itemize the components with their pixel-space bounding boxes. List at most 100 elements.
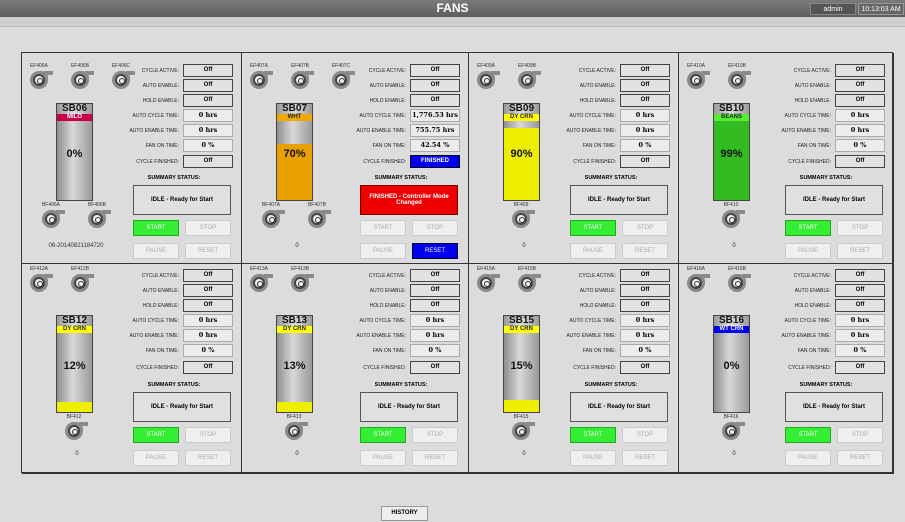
cycle-active-row: CYCLE ACTIVE: Off	[526, 64, 670, 77]
fan-bf412[interactable]: BF412	[63, 414, 88, 440]
auto-enable-time-label: AUTO ENABLE TIME:	[781, 127, 831, 134]
fan-bf406a[interactable]: BF406A	[40, 202, 65, 228]
auto-enable-value: Off	[835, 284, 885, 297]
auto-cycle-time-label: AUTO CYCLE TIME:	[784, 317, 832, 324]
bin-panel-sb06: EF406A EF406B EF406C SB06 MILO 0% BF406A BF…	[22, 53, 242, 264]
hold-enable-value: Off	[620, 94, 670, 107]
stop-button[interactable]: STOP	[185, 220, 231, 236]
pause-button[interactable]: PAUSE	[133, 450, 179, 466]
reset-button[interactable]: RESET	[837, 450, 883, 466]
start-button[interactable]: START	[785, 427, 831, 443]
bin-panels-grid: EF406A EF406B EF406C SB06 MILO 0% BF406A BF…	[21, 52, 894, 474]
reset-button[interactable]: RESET	[622, 243, 668, 259]
pause-button[interactable]: PAUSE	[360, 450, 406, 466]
stop-button[interactable]: STOP	[622, 220, 668, 236]
hold-enable-row: HOLD ENABLE: Off	[316, 94, 460, 107]
reset-button[interactable]: RESET	[837, 243, 883, 259]
stop-button[interactable]: STOP	[837, 427, 883, 443]
fan-ef416a[interactable]: EF416A	[685, 266, 710, 292]
stop-button[interactable]: STOP	[837, 220, 883, 236]
fan-icon	[262, 210, 285, 228]
fan-ef413b[interactable]: EF413B	[289, 266, 314, 292]
history-button[interactable]: HISTORY	[381, 506, 428, 521]
bin-name: SB12	[57, 316, 92, 326]
start-button[interactable]: START	[360, 427, 406, 443]
fan-ef412b[interactable]: EF412B	[69, 266, 94, 292]
cycle-finished-label: CYCLE FINISHED:	[363, 364, 406, 371]
fan-label: BF410	[723, 202, 739, 208]
fan-ef407a[interactable]: EF407A	[248, 63, 273, 89]
cycle-finished-label: CYCLE FINISHED:	[573, 158, 616, 165]
stop-button[interactable]: STOP	[622, 427, 668, 443]
fan-ef406a[interactable]: EF406A	[28, 63, 53, 89]
user-badge[interactable]: admin	[810, 3, 856, 15]
fan-bf416[interactable]: BF416	[720, 414, 745, 440]
fan-bf415[interactable]: BF415	[510, 414, 535, 440]
reset-button[interactable]: RESET	[622, 450, 668, 466]
fan-on-time-value: 0 %	[183, 344, 233, 357]
fan-ef407b[interactable]: EF407B	[289, 63, 314, 89]
fan-bf410[interactable]: BF410	[720, 202, 745, 228]
start-button[interactable]: START	[133, 427, 179, 443]
fan-bf409[interactable]: BF409	[510, 202, 535, 228]
pause-button[interactable]: PAUSE	[133, 243, 179, 259]
pause-button[interactable]: PAUSE	[570, 450, 616, 466]
fan-label: EF416A	[686, 266, 706, 272]
start-button[interactable]: START	[360, 220, 406, 236]
hold-enable-value: Off	[835, 94, 885, 107]
bottom-fans: BF415	[510, 414, 535, 440]
auto-enable-row: AUTO ENABLE: Off	[741, 284, 885, 297]
auto-cycle-time-value: 0 hrs	[410, 314, 460, 327]
reset-button[interactable]: RESET	[185, 243, 231, 259]
fan-on-time-row: FAN ON TIME: 0 %	[316, 344, 460, 357]
crop-label: WHT	[277, 114, 312, 121]
start-button[interactable]: START	[570, 427, 616, 443]
fan-label: BF413	[286, 414, 302, 420]
start-button[interactable]: START	[133, 220, 179, 236]
start-button[interactable]: START	[570, 220, 616, 236]
cycle-finished-row: CYCLE FINISHED: Off	[741, 361, 885, 374]
fan-bf413[interactable]: BF413	[283, 414, 308, 440]
stop-button[interactable]: STOP	[412, 427, 458, 443]
fan-bf406b[interactable]: BF406B	[86, 202, 111, 228]
fan-label: EF409A	[476, 63, 496, 69]
start-button[interactable]: START	[785, 220, 831, 236]
reset-button[interactable]: RESET	[412, 450, 458, 466]
bottom-fans: BF416	[720, 414, 745, 440]
auto-enable-label: AUTO ENABLE:	[579, 287, 616, 294]
fan-bf407b[interactable]: BF407B	[306, 202, 331, 228]
pause-button[interactable]: PAUSE	[785, 450, 831, 466]
cycle-counter: 0	[732, 243, 736, 249]
fan-icon	[88, 210, 111, 228]
bottom-fans: BF413	[283, 414, 308, 440]
bottom-fans: BF406A BF406B	[40, 202, 111, 228]
auto-enable-time-row: AUTO ENABLE TIME: 0 hrs	[526, 329, 670, 342]
pause-button[interactable]: PAUSE	[785, 243, 831, 259]
fan-bf407a[interactable]: BF407A	[260, 202, 285, 228]
fan-ef412a[interactable]: EF412A	[28, 266, 53, 292]
fan-ef410a[interactable]: EF410A	[685, 63, 710, 89]
fan-ef406b[interactable]: EF406B	[69, 63, 94, 89]
fan-label: EF413A	[249, 266, 269, 272]
reset-button[interactable]: RESET	[185, 450, 231, 466]
reset-button[interactable]: RESET	[412, 243, 458, 259]
cycle-counter: 0	[295, 451, 299, 457]
stop-button[interactable]: STOP	[185, 427, 231, 443]
pause-button[interactable]: PAUSE	[360, 243, 406, 259]
pause-button[interactable]: PAUSE	[570, 243, 616, 259]
cycle-counter: 0	[732, 451, 736, 457]
bin-panel-sb12: EF412A EF412B SB12 DY CRN 12% BF412 0 CYCL…	[22, 264, 242, 474]
fan-on-time-value: 0 %	[835, 344, 885, 357]
fan-ef409a[interactable]: EF409A	[475, 63, 500, 89]
auto-enable-value: Off	[410, 79, 460, 92]
auto-enable-label: AUTO ENABLE:	[794, 82, 831, 89]
fan-ef413a[interactable]: EF413A	[248, 266, 273, 292]
fan-icon	[30, 274, 53, 292]
fan-on-time-value: 42.54 %	[410, 139, 460, 152]
fan-icon	[477, 71, 500, 89]
fan-ef415a[interactable]: EF415A	[475, 266, 500, 292]
hold-enable-value: Off	[620, 299, 670, 312]
fan-label: EF407A	[249, 63, 269, 69]
cycle-finished-value: Off	[183, 155, 233, 168]
stop-button[interactable]: STOP	[412, 220, 458, 236]
